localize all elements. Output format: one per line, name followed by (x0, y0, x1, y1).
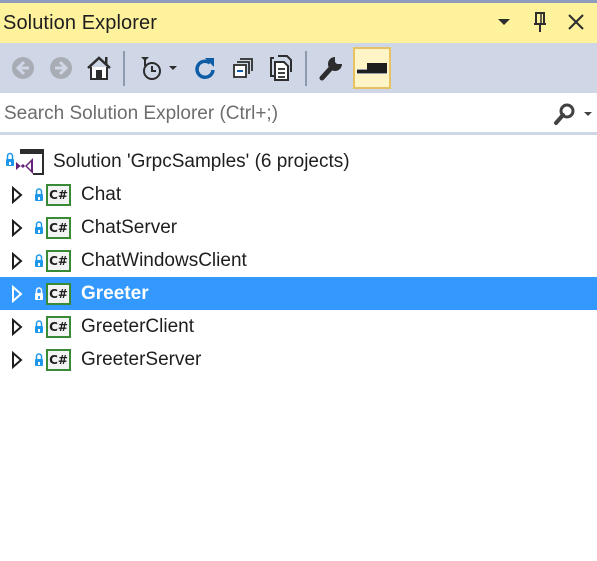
tree-item-project[interactable]: C# Chat (0, 178, 597, 211)
lock-icon (35, 220, 43, 234)
tree-item-project[interactable]: C# ChatServer (0, 211, 597, 244)
search-icon (554, 103, 575, 125)
pending-changes-filter-button[interactable] (133, 52, 183, 84)
lock-icon (35, 319, 43, 333)
csharp-project-icon: C# (46, 249, 71, 272)
collapse-all-button[interactable] (227, 52, 259, 84)
clock-filter-icon (141, 57, 161, 80)
preview-selected-items-button[interactable] (353, 47, 391, 89)
toolbar-separator (305, 50, 307, 86)
lock-icon (35, 352, 43, 366)
show-all-files-icon (270, 55, 292, 81)
close-icon (568, 14, 584, 30)
home-button[interactable] (83, 52, 115, 84)
search-input[interactable] (0, 102, 530, 125)
toolbar-separator (123, 50, 125, 86)
chevron-down-icon (584, 112, 592, 116)
expand-arrow-icon[interactable] (10, 251, 24, 270)
csharp-project-icon: C# (46, 348, 71, 371)
project-label: GreeterClient (81, 315, 194, 337)
show-all-files-button[interactable] (265, 52, 297, 84)
tree-item-solution[interactable]: Solution 'GrpcSamples' (6 projects) (0, 145, 597, 178)
wrench-icon (319, 56, 343, 81)
project-label: Greeter (81, 282, 149, 304)
expand-arrow-icon[interactable] (10, 185, 24, 204)
tree-item-project[interactable]: C# GreeterClient (0, 310, 597, 343)
solution-tree: Solution 'GrpcSamples' (6 projects) C# C… (0, 145, 597, 376)
csharp-project-icon: C# (46, 315, 71, 338)
auto-hide-pin-button[interactable] (527, 9, 553, 35)
pin-icon (534, 12, 546, 32)
properties-button[interactable] (315, 52, 347, 84)
tree-item-project-selected[interactable]: C# Greeter (0, 277, 597, 310)
lock-icon (35, 187, 43, 201)
forward-arrow-icon (50, 57, 72, 79)
project-label: ChatWindowsClient (81, 249, 247, 271)
close-button[interactable] (563, 9, 589, 35)
search-bar (0, 95, 597, 135)
dropdown-arrow-icon (169, 66, 177, 70)
expand-arrow-icon[interactable] (10, 284, 24, 303)
project-label: ChatServer (81, 216, 178, 238)
lock-icon (35, 286, 43, 300)
toolbar (0, 43, 597, 93)
csharp-project-icon: C# (46, 216, 71, 239)
panel-title: Solution Explorer (3, 11, 158, 34)
refresh-button[interactable] (189, 52, 221, 84)
collapse-all-icon (233, 58, 253, 78)
csharp-project-icon: C# (46, 282, 71, 305)
search-options-button[interactable] (553, 99, 593, 129)
tree-item-project[interactable]: C# ChatWindowsClient (0, 244, 597, 277)
project-label: Chat (81, 183, 122, 205)
back-button[interactable] (7, 52, 39, 84)
tree-item-project[interactable]: C# GreeterServer (0, 343, 597, 376)
window-position-dropdown-button[interactable] (491, 9, 517, 35)
project-label: GreeterServer (81, 348, 202, 370)
chevron-down-icon (498, 19, 510, 25)
expand-arrow-icon[interactable] (10, 317, 24, 336)
csharp-project-icon: C# (46, 183, 71, 206)
expand-arrow-icon[interactable] (10, 350, 24, 369)
preview-icon (357, 63, 387, 74)
back-arrow-icon (12, 57, 34, 79)
home-icon (87, 56, 111, 80)
refresh-icon (195, 58, 215, 80)
lock-icon (35, 253, 43, 267)
expand-arrow-icon[interactable] (10, 218, 24, 237)
solution-label: Solution 'GrpcSamples' (6 projects) (53, 150, 350, 172)
visual-studio-solution-icon (6, 148, 44, 175)
panel-title-bar: Solution Explorer (0, 3, 597, 43)
forward-button[interactable] (45, 52, 77, 84)
title-controls (491, 9, 589, 35)
